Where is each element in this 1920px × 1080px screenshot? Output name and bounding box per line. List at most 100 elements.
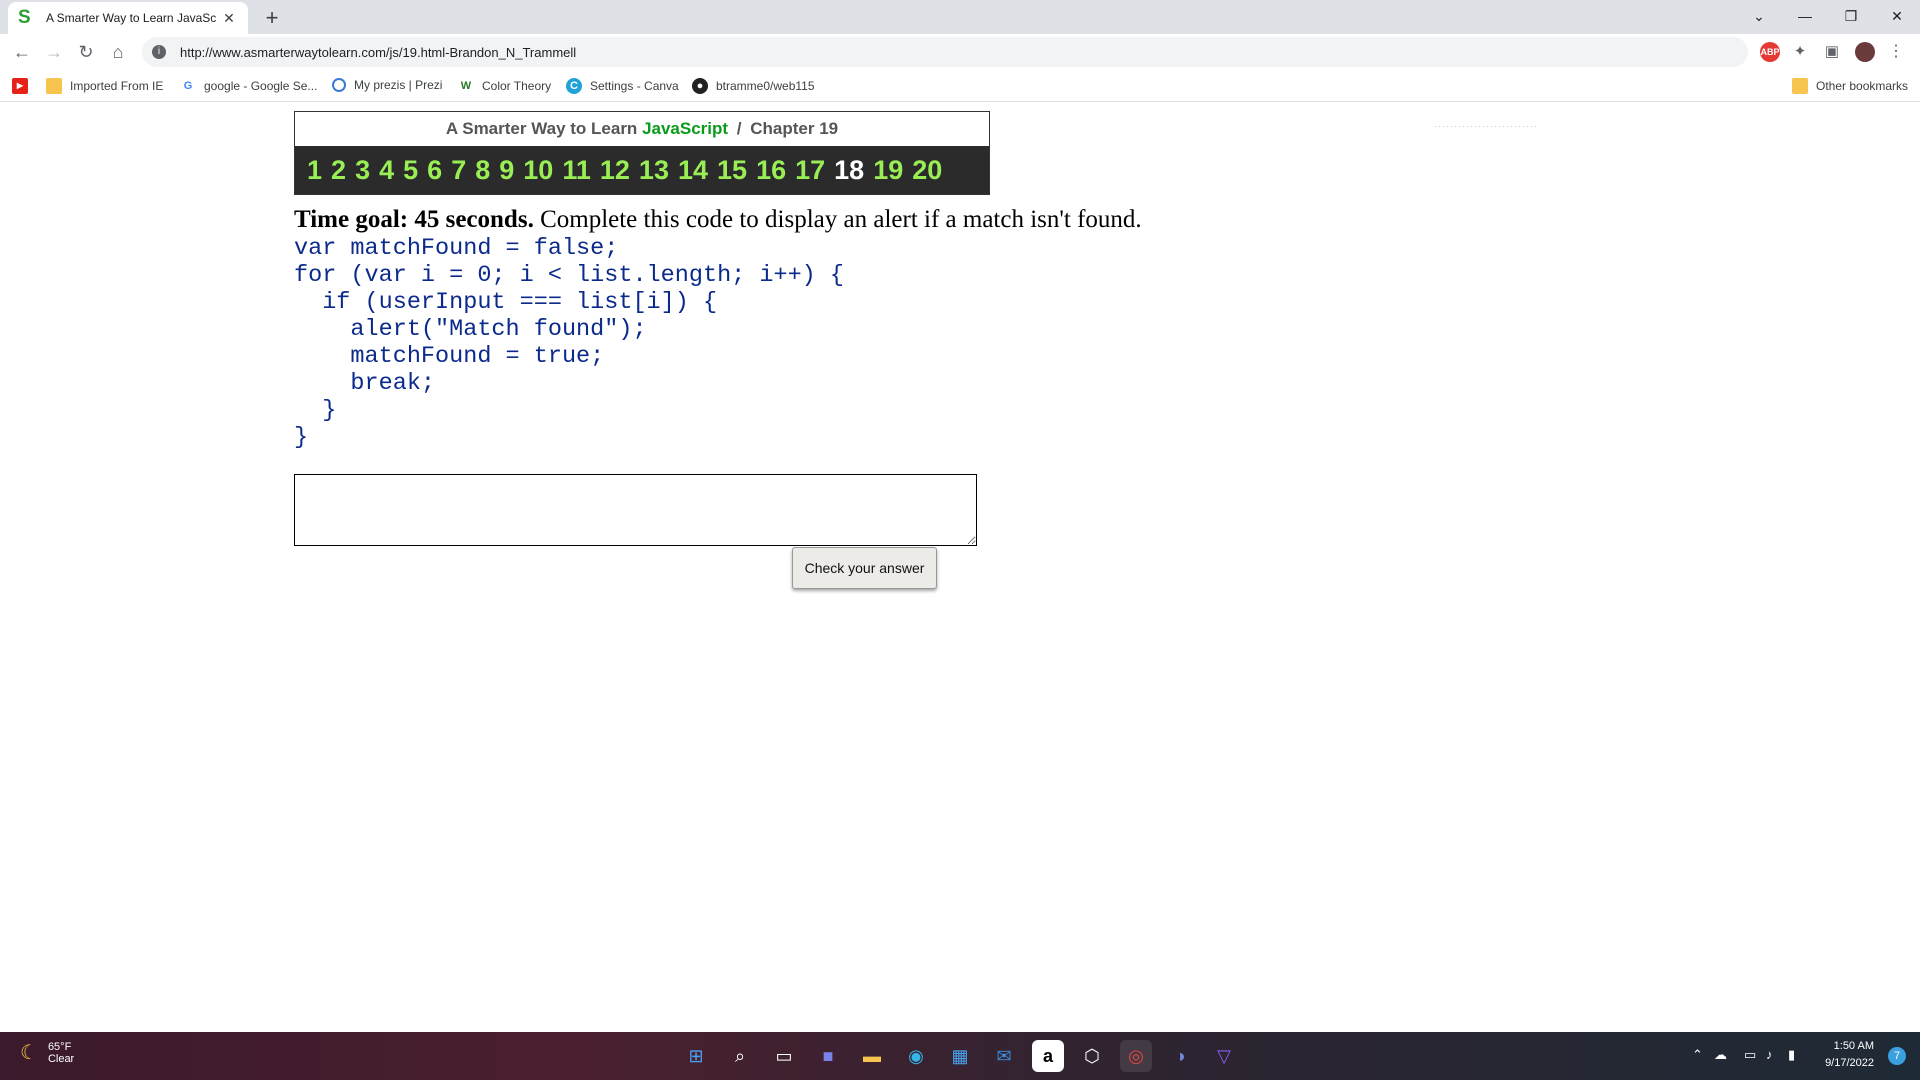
chapter-link-6[interactable]: 6	[427, 155, 442, 186]
minimize-button[interactable]: —	[1782, 2, 1828, 30]
time-goal: Time goal: 45 seconds.	[294, 206, 534, 233]
code-sample: var matchFound = false; for (var i = 0; …	[294, 235, 844, 451]
file-explorer-icon[interactable]: ▬	[856, 1040, 888, 1072]
back-button[interactable]: ←	[8, 38, 36, 66]
forward-button[interactable]: →	[40, 38, 68, 66]
folder-icon	[1792, 78, 1808, 94]
chapter-link-19[interactable]: 19	[873, 155, 903, 186]
check-answer-button[interactable]: Check your answer	[792, 547, 937, 589]
clock-time: 1:50 AM	[1833, 1040, 1874, 1052]
bookmark-label: Settings - Canva	[590, 79, 679, 93]
store-icon[interactable]: ▦	[944, 1040, 976, 1072]
chapter-link-5[interactable]: 5	[403, 155, 418, 186]
volume-icon[interactable]: ♪	[1766, 1047, 1773, 1062]
chapter-link-13[interactable]: 13	[639, 155, 669, 186]
canva-icon: C	[566, 78, 582, 94]
battery-icon[interactable]: ▮	[1788, 1047, 1795, 1063]
bookmark-label: google - Google Se...	[204, 79, 318, 93]
weather-condition: Clear	[47, 1052, 75, 1065]
answer-input[interactable]	[294, 474, 977, 546]
bookmark-label: Imported From IE	[70, 79, 164, 93]
chapter-link-15[interactable]: 15	[717, 155, 747, 186]
edge-icon[interactable]: ◉	[900, 1040, 932, 1072]
bookmarks-bar: ▶ Imported From IE G google - Google Se.…	[0, 70, 1920, 102]
decorative-dots: ··························	[1434, 121, 1538, 131]
github-icon: ●	[692, 78, 708, 94]
chapter-link-8[interactable]: 8	[475, 155, 490, 186]
onedrive-icon[interactable]: ☁	[1714, 1047, 1727, 1063]
chapter-link-10[interactable]: 10	[523, 155, 553, 186]
mail-icon[interactable]: ✉	[988, 1040, 1020, 1072]
tab-title: A Smarter Way to Learn JavaScrip	[46, 11, 216, 25]
weather-widget[interactable]: ☾ 65°F Clear	[20, 1040, 74, 1065]
chapter-link-3[interactable]: 3	[355, 155, 370, 186]
home-button[interactable]: ⌂	[104, 38, 132, 66]
site-favicon-icon: S	[18, 7, 31, 28]
task-view-icon[interactable]: ▭	[768, 1040, 800, 1072]
moon-icon: ☾	[20, 1042, 38, 1064]
windows-taskbar: ☾ 65°F Clear ⊞ ⌕ ▭ ■ ▬ ◉ ▦ ✉ a ⬡ ◎ ◑ ▽ ⌃…	[0, 1032, 1920, 1080]
new-tab-button[interactable]: +	[258, 4, 286, 32]
title-separator: /	[736, 119, 742, 138]
chapter-link-7[interactable]: 7	[451, 155, 466, 186]
w-icon: W	[460, 80, 472, 92]
chapter-link[interactable]: Chapter 19	[750, 119, 838, 138]
bookmark-label: My prezis | Prezi	[354, 78, 443, 92]
side-panel-icon[interactable]: ▣	[1822, 42, 1842, 62]
extensions-icon[interactable]: ✦	[1790, 42, 1810, 62]
other-bookmarks[interactable]: Other bookmarks	[1792, 78, 1908, 94]
url-text: http://www.asmarterwaytolearn.com/js/19.…	[180, 44, 577, 60]
amazon-icon[interactable]: a	[1032, 1040, 1064, 1072]
tray-chevron-icon[interactable]: ⌃	[1692, 1047, 1703, 1063]
adblock-icon[interactable]: ABP	[1760, 42, 1780, 62]
restore-button[interactable]: ❐	[1828, 2, 1874, 30]
chapter-link-16[interactable]: 16	[756, 155, 786, 186]
browser-tab[interactable]: S A Smarter Way to Learn JavaScrip ✕	[8, 2, 248, 34]
chapter-link-17[interactable]: 17	[795, 155, 825, 186]
menu-icon[interactable]: ⋮	[1886, 42, 1906, 62]
clock[interactable]: 1:50 AM 9/17/2022	[1825, 1038, 1874, 1072]
bookmark-label: btramme0/web115	[716, 79, 815, 93]
close-window-button[interactable]: ✕	[1874, 2, 1920, 30]
chapter-link-9[interactable]: 9	[499, 155, 514, 186]
bookmark-prezi[interactable]: My prezis | Prezi	[332, 78, 442, 92]
start-icon[interactable]: ⊞	[680, 1040, 712, 1072]
bookmark-color-theory[interactable]: W Color Theory	[458, 78, 551, 94]
chapter-link-11[interactable]: 11	[562, 155, 591, 186]
bookmark-github[interactable]: ● btramme0/web115	[692, 78, 815, 94]
chapter-link-12[interactable]: 12	[600, 155, 630, 186]
bookmark-canva[interactable]: C Settings - Canva	[566, 78, 679, 94]
other-bookmarks-label: Other bookmarks	[1816, 79, 1909, 93]
chapter-link-4[interactable]: 4	[379, 155, 394, 186]
profile-avatar[interactable]	[1855, 42, 1875, 62]
vpn-icon[interactable]: ▽	[1208, 1040, 1240, 1072]
reload-button[interactable]: ↻	[72, 38, 100, 66]
chapter-link-18[interactable]: 18	[834, 155, 864, 186]
chrome-icon[interactable]: ◎	[1120, 1040, 1152, 1072]
tab-search-button[interactable]: ⌄	[1736, 2, 1782, 30]
network-icon[interactable]: ▭	[1744, 1047, 1756, 1063]
google-icon: G	[183, 80, 193, 92]
tab-close-icon[interactable]: ✕	[220, 10, 238, 27]
address-bar[interactable]: i http://www.asmarterwaytolearn.com/js/1…	[142, 37, 1748, 67]
javascript-link[interactable]: JavaScript	[642, 119, 728, 138]
chapter-link-1[interactable]: 1	[307, 155, 322, 186]
chapter-link-2[interactable]: 2	[331, 155, 346, 186]
chapter-navigation: 1 2 3 4 5 6 7 8 9 10 11 12 13 14 15 16 17 18 19 20	[295, 146, 989, 194]
unity-icon[interactable]: ⬡	[1076, 1040, 1108, 1072]
bookmark-google[interactable]: G google - Google Se...	[180, 78, 318, 94]
bookmark-imported-from-ie[interactable]: Imported From IE	[46, 78, 163, 94]
instruction-text: Complete this code to display an alert i…	[540, 206, 1142, 233]
chapter-link-14[interactable]: 14	[678, 155, 708, 186]
chapter-header: A Smarter Way to Learn JavaScript / Chap…	[294, 111, 990, 195]
discord-icon[interactable]: ◑	[1164, 1040, 1196, 1072]
search-icon[interactable]: ⌕	[724, 1040, 756, 1072]
teams-chat-icon[interactable]: ■	[812, 1040, 844, 1072]
site-info-icon[interactable]: i	[152, 45, 166, 59]
bookmark-label: Color Theory	[482, 79, 552, 93]
youtube-bookmark[interactable]: ▶	[12, 78, 36, 94]
browser-toolbar: ← → ↻ ⌂ i http://www.asmarterwaytolearn.…	[0, 34, 1920, 70]
chapter-link-20[interactable]: 20	[912, 155, 942, 186]
page-title: A Smarter Way to Learn JavaScript / Chap…	[295, 112, 989, 146]
notification-badge[interactable]: 7	[1888, 1047, 1906, 1065]
